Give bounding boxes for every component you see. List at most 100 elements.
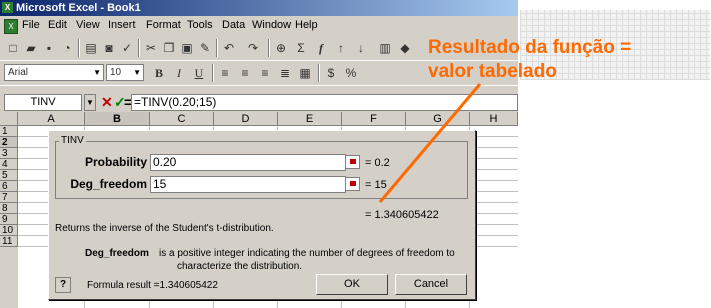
toolbar-separator <box>318 64 320 82</box>
spelling-icon[interactable]: ✓ <box>118 39 136 57</box>
font-size-select[interactable]: 10 ▼ <box>106 64 144 81</box>
menu-tools[interactable]: Tools <box>187 19 213 31</box>
row-header-5[interactable]: 5 <box>0 170 18 181</box>
column-header-c[interactable]: C <box>150 112 214 126</box>
argument-help-text: is a positive integer indicating the num… <box>159 248 455 259</box>
currency-icon[interactable]: $ <box>322 64 340 82</box>
row-header-3[interactable]: 3 <box>0 148 18 159</box>
bold-icon[interactable]: B <box>150 64 168 82</box>
argument-help-name: Deg_freedom <box>85 248 149 259</box>
menu-window[interactable]: Window <box>252 19 291 31</box>
align-left-icon[interactable]: ≡ <box>216 64 234 82</box>
sort-descending-icon[interactable]: ↓ <box>352 39 370 57</box>
toolbar-separator <box>268 39 270 57</box>
workbook-icon[interactable]: X <box>4 19 18 34</box>
column-header-d[interactable]: D <box>214 112 278 126</box>
row-header-8[interactable]: 8 <box>0 203 18 214</box>
print-preview-icon[interactable]: ◙ <box>100 39 118 57</box>
format-painter-icon[interactable]: ✎ <box>196 39 214 57</box>
autosum-icon[interactable]: Σ <box>292 39 310 57</box>
help-icon[interactable]: ? <box>55 277 71 293</box>
collapse-dialog-icon[interactable] <box>345 177 360 191</box>
window-title: Microsoft Excel - Book1 <box>16 2 141 14</box>
row-header-10[interactable]: 10 <box>0 225 18 236</box>
row-header-1[interactable]: 1 <box>0 126 18 137</box>
hyperlink-icon[interactable]: ⊕ <box>272 39 290 57</box>
paste-icon[interactable]: ▣ <box>178 39 196 57</box>
argument-help-text-continued: characterize the distribution. <box>177 261 303 272</box>
chevron-down-icon: ▼ <box>93 68 101 77</box>
annotation-line-2: valor tabelado <box>428 61 557 82</box>
collapse-dialog-icon[interactable] <box>345 155 360 169</box>
chevron-down-icon[interactable]: ▼ <box>84 94 96 111</box>
italic-icon[interactable]: I <box>170 64 188 82</box>
print-icon[interactable]: ▤ <box>82 39 100 57</box>
select-all-corner[interactable] <box>0 112 18 126</box>
menu-view[interactable]: View <box>76 19 100 31</box>
cancel-button[interactable]: Cancel <box>395 274 467 295</box>
menu-edit[interactable]: Edit <box>48 19 67 31</box>
column-header-f[interactable]: F <box>342 112 406 126</box>
deg-freedom-label: Deg_freedom <box>70 177 147 191</box>
title-bar: X Microsoft Excel - Book1 <box>0 0 518 16</box>
row-header-11[interactable]: 11 <box>0 236 18 247</box>
new-document-icon[interactable]: □ <box>4 39 22 57</box>
function-wizard-icon[interactable]: f <box>312 39 330 57</box>
drawing-icon[interactable]: ◆ <box>396 39 414 57</box>
menu-data[interactable]: Data <box>222 19 245 31</box>
row-header-2[interactable]: 2 <box>0 137 18 148</box>
align-right-icon[interactable]: ≡ <box>256 64 274 82</box>
open-folder-icon[interactable]: ▰ <box>22 39 40 57</box>
probability-input[interactable]: 0.20 <box>150 154 346 171</box>
function-arguments-dialog: TINV Probability 0.20 = 0.2 Deg_freedom … <box>48 130 476 300</box>
formula-input[interactable]: =TINV(0.20;15) <box>131 94 518 111</box>
percent-icon[interactable]: % <box>342 64 360 82</box>
copy-icon[interactable]: ❐ <box>160 39 178 57</box>
deg-freedom-result: = 15 <box>365 179 387 191</box>
justify-icon[interactable]: ≣ <box>276 64 294 82</box>
deg-freedom-input[interactable]: 15 <box>150 176 346 193</box>
function-result: = 1.340605422 <box>365 209 439 221</box>
redo-icon[interactable]: ↷ <box>244 39 262 57</box>
save-icon[interactable]: ▪ <box>40 39 58 57</box>
toolbar-separator <box>78 39 80 57</box>
merge-center-icon[interactable]: ▦ <box>296 64 314 82</box>
menu-help[interactable]: Help <box>295 19 318 31</box>
column-header-e[interactable]: E <box>278 112 342 126</box>
menu-format[interactable]: Format <box>146 19 181 31</box>
menu-insert[interactable]: Insert <box>108 19 136 31</box>
font-name-select[interactable]: Arial ▼ <box>4 64 104 81</box>
toolbar-separator <box>212 64 214 82</box>
row-header-9[interactable]: 9 <box>0 214 18 225</box>
menu-file[interactable]: File <box>22 19 40 31</box>
column-header-h[interactable]: H <box>470 112 518 126</box>
sort-ascending-icon[interactable]: ↑ <box>332 39 350 57</box>
column-header-b[interactable]: B <box>85 112 150 126</box>
permission-icon[interactable]: ◔ <box>58 39 76 57</box>
excel-app-icon: X <box>2 2 13 13</box>
annotation-line-1: Resultado da função = <box>428 37 632 58</box>
name-box[interactable]: TINV <box>4 94 82 111</box>
toolbar-separator <box>138 39 140 57</box>
ok-button[interactable]: OK <box>316 274 388 295</box>
undo-icon[interactable]: ↶ <box>220 39 238 57</box>
chevron-down-icon: ▼ <box>133 68 141 77</box>
cancel-entry-icon[interactable]: ✕ <box>101 94 113 111</box>
underline-icon[interactable]: U <box>190 64 208 82</box>
row-header-4[interactable]: 4 <box>0 159 18 170</box>
font-size-value: 10 <box>110 67 122 78</box>
column-header-g[interactable]: G <box>406 112 470 126</box>
align-center-icon[interactable]: ≡ <box>236 64 254 82</box>
column-header-a[interactable]: A <box>18 112 85 126</box>
formula-bar: TINV ▼ ✕ ✓ = =TINV(0.20;15) <box>0 93 518 112</box>
function-description: Returns the inverse of the Student's t-d… <box>55 223 274 234</box>
row-header-6[interactable]: 6 <box>0 181 18 192</box>
probability-result: = 0.2 <box>365 157 390 169</box>
cut-icon[interactable]: ✂ <box>142 39 160 57</box>
toolbar-separator <box>216 39 218 57</box>
chart-wizard-icon[interactable]: ▥ <box>376 39 394 57</box>
font-name-value: Arial <box>8 67 29 78</box>
formula-result-text: Formula result =1.340605422 <box>87 280 218 291</box>
menu-bar: X File Edit View Insert Format Tools Dat… <box>0 16 518 36</box>
row-header-7[interactable]: 7 <box>0 192 18 203</box>
